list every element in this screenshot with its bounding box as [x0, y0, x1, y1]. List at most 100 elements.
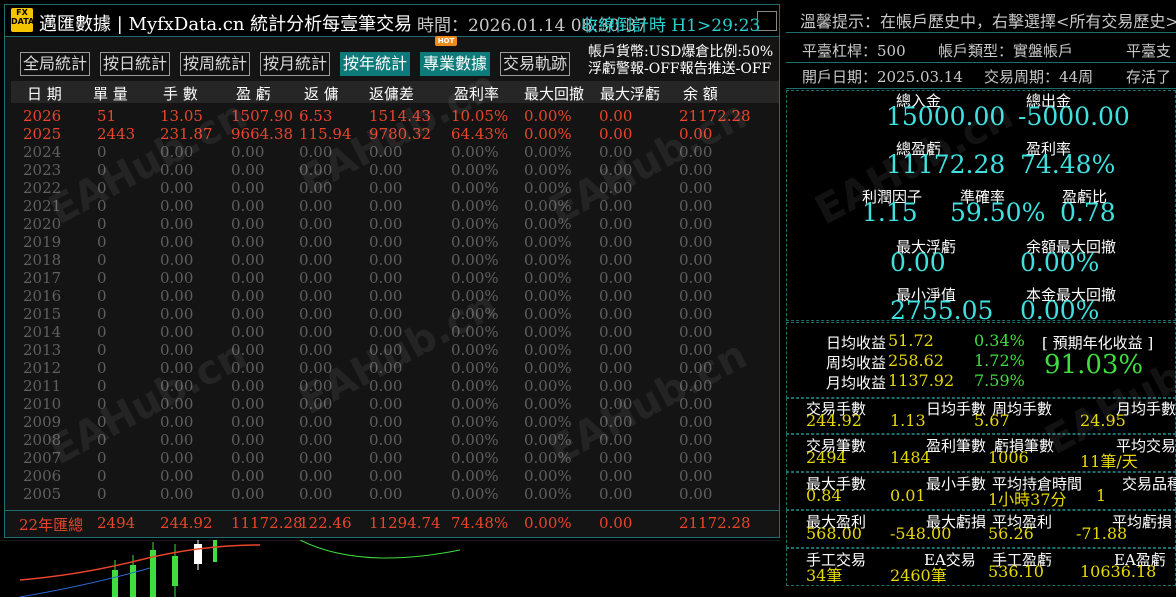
cell-profit-rate: 0.00% [451, 233, 499, 251]
cell-max-floating-loss: 0.00 [599, 287, 633, 305]
cell-max-drawdown: 0.00% [524, 251, 572, 269]
monthly-return-pct: 7.59% [974, 371, 1025, 390]
cell-rebate-diff: 0.00 [369, 395, 403, 413]
cell-max-drawdown: 0.00% [524, 323, 572, 341]
cell-balance: 0.00 [679, 215, 713, 233]
cell-max-drawdown: 0.00% [524, 395, 572, 413]
cell-date: 2014 [23, 323, 62, 341]
cell-profit-rate: 0.00% [451, 359, 499, 377]
daily-lots-value: 1.13 [890, 411, 926, 430]
table-row: 2019 0 0.00 0.00 0.00 0.00 0.00% 0.00% 0.00 0.00 [5, 233, 779, 251]
cell-balance: 0.00 [679, 269, 713, 287]
accuracy-value: 59.50% [950, 198, 1046, 227]
cell-rebate-diff: 0.00 [369, 449, 403, 467]
moving-average-red [19, 544, 261, 581]
cell-date: 2006 [23, 467, 62, 485]
weekly-return-label: 周均收益 [826, 354, 887, 372]
min-equity-value: 2755.05 [890, 296, 994, 325]
cell-orders: 0 [97, 215, 107, 233]
min-lot-value: 0.01 [890, 486, 926, 505]
table-row: 2015 0 0.00 0.00 0.00 0.00 0.00% 0.00% 0.00 0.00 [5, 305, 779, 323]
summary-max-drawdown: 0.00% [524, 514, 572, 532]
wins-label: 盈利筆數 [926, 437, 987, 455]
cell-profit-rate: 0.00% [451, 251, 499, 269]
cell-profit-rate: 0.00% [451, 395, 499, 413]
col-balance: 余 額 [683, 85, 718, 103]
capital-drawdown-value: 0.00% [1020, 296, 1100, 325]
cell-rebate-diff: 0.00 [369, 485, 403, 503]
tab-monthly[interactable]: 按月統計 [260, 52, 330, 76]
cell-profit-rate: 0.00% [451, 485, 499, 503]
cell-rebate-diff: 0.00 [369, 287, 403, 305]
cell-lots: 0.00 [160, 233, 194, 251]
cell-balance: 0.00 [679, 467, 713, 485]
cell-max-floating-loss: 0.00 [599, 305, 633, 323]
tab-weekly[interactable]: 按周統計 [180, 52, 250, 76]
cell-rebate: 0.00 [299, 233, 333, 251]
cell-lots: 0.00 [160, 287, 194, 305]
cell-max-floating-loss: 0.00 [599, 467, 633, 485]
cell-lots: 0.00 [160, 323, 194, 341]
tab-yearly[interactable]: 按年統計 [340, 52, 410, 76]
manual-trades-value: 34筆 [806, 566, 843, 585]
losses-value: 1006 [988, 448, 1029, 467]
wins-value: 1484 [890, 448, 931, 467]
cell-date: 2013 [23, 341, 62, 359]
cell-pnl: 0.00 [231, 269, 265, 287]
cell-lots: 0.00 [160, 305, 194, 323]
cell-balance: 0.00 [679, 305, 713, 323]
cell-rebate-diff: 0.00 [369, 305, 403, 323]
cell-profit-rate: 0.00% [451, 197, 499, 215]
avg-trades-value: 11筆/天 [1080, 452, 1138, 471]
cell-balance: 0.00 [679, 233, 713, 251]
cell-date: 2017 [23, 269, 62, 287]
cell-profit-rate: 0.00% [451, 179, 499, 197]
tip-text: 溫馨提示：在帳戶歷史中，右擊選擇<所有交易歷史> [800, 12, 1176, 31]
cell-date: 2023 [23, 161, 62, 179]
withdraw-value: -5000.00 [1018, 102, 1130, 131]
avg-win-value: 56.26 [988, 524, 1034, 543]
cell-pnl: 0.00 [231, 485, 265, 503]
cell-rebate: 0.00 [299, 431, 333, 449]
cell-max-drawdown: 0.00% [524, 359, 572, 377]
cell-profit-rate: 0.00% [451, 377, 499, 395]
tab-trade-track[interactable]: 交易軌跡 [500, 52, 570, 76]
summary-orders: 2494 [97, 514, 136, 532]
cell-rebate-diff: 0.00 [369, 179, 403, 197]
cell-profit-rate: 0.00% [451, 449, 499, 467]
candle-countdown: 收線倒計時 H1>29:23 [581, 16, 761, 36]
moving-average-green [299, 540, 461, 559]
cell-orders: 0 [97, 377, 107, 395]
cell-max-drawdown: 0.00% [524, 125, 572, 143]
tab-overall[interactable]: 全局統計 [20, 52, 90, 76]
lots-value: 244.92 [806, 411, 862, 430]
cell-orders: 0 [97, 305, 107, 323]
rate-value: 74.48% [1020, 150, 1116, 179]
cell-orders: 0 [97, 485, 107, 503]
cell-rebate-diff: 0.00 [369, 269, 403, 287]
ea-pnl-value: 10636.18 [1080, 562, 1157, 581]
cell-date: 2016 [23, 287, 62, 305]
cell-max-floating-loss: 0.00 [599, 269, 633, 287]
account-info: 帳戶貨幣:USD爆倉比例:50% 浮虧警報-OFF報告推送-OFF [588, 44, 773, 78]
tab-daily[interactable]: 按日統計 [100, 52, 170, 76]
cell-pnl: 0.00 [231, 233, 265, 251]
cell-max-drawdown: 0.00% [524, 161, 572, 179]
cell-date: 2010 [23, 395, 62, 413]
price-chart[interactable] [0, 540, 780, 597]
table-row: 2005 0 0.00 0.00 0.00 0.00 0.00% 0.00% 0.00 0.00 [5, 485, 779, 503]
cell-pnl: 0.00 [231, 413, 265, 431]
cell-balance: 0.00 [679, 287, 713, 305]
table-row: 2016 0 0.00 0.00 0.00 0.00 0.00% 0.00% 0.00 0.00 [5, 287, 779, 305]
cell-rebate-diff: 0.00 [369, 467, 403, 485]
cell-max-drawdown: 0.00% [524, 233, 572, 251]
summary-balance: 21172.28 [679, 514, 751, 532]
cell-rebate: 0.00 [299, 341, 333, 359]
cell-orders: 51 [97, 107, 117, 125]
cell-rebate: 6.53 [299, 107, 333, 125]
cell-max-drawdown: 0.00% [524, 377, 572, 395]
cell-orders: 0 [97, 467, 107, 485]
summary-profit-rate: 74.48% [451, 514, 509, 532]
close-button[interactable] [757, 11, 777, 31]
account-type: 帳戶類型：實盤帳戶 [938, 42, 1074, 60]
